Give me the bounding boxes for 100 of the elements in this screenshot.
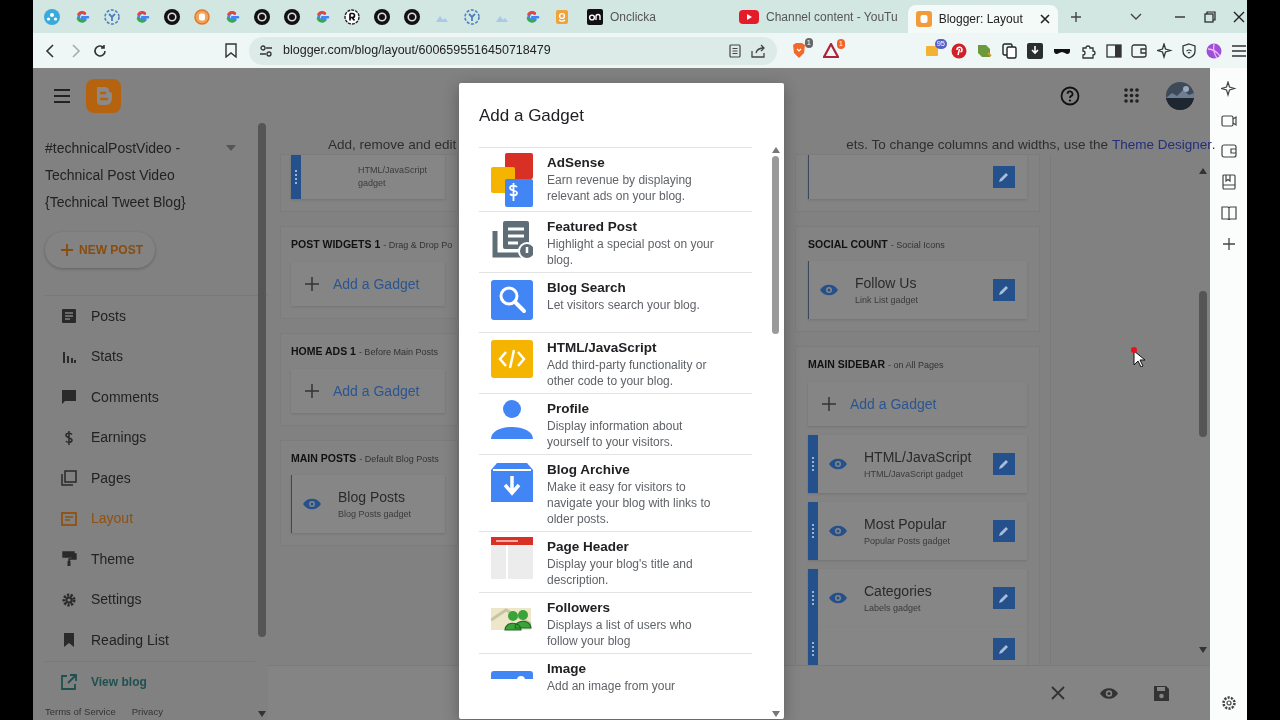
edit-button[interactable] bbox=[993, 587, 1015, 609]
gear-icon[interactable] bbox=[404, 8, 420, 25]
drag-handle[interactable] bbox=[291, 155, 301, 199]
wallet-icon[interactable] bbox=[1131, 43, 1147, 58]
browser-tab[interactable]: Blogger: Layout bbox=[907, 5, 1058, 33]
reader-icon[interactable] bbox=[1220, 206, 1237, 220]
edit-button[interactable] bbox=[993, 279, 1015, 301]
settings-icon[interactable] bbox=[1220, 695, 1237, 711]
edit-button[interactable] bbox=[993, 166, 1015, 188]
scroll-down-icon[interactable] bbox=[258, 711, 266, 717]
nav-item[interactable]: Settings bbox=[45, 579, 268, 620]
save-icon[interactable] bbox=[1153, 684, 1170, 702]
wallet-icon[interactable] bbox=[1220, 144, 1237, 158]
globe-icon[interactable] bbox=[44, 8, 60, 25]
reader-icon[interactable] bbox=[729, 43, 741, 58]
close-icon[interactable] bbox=[1039, 14, 1050, 24]
address-bar[interactable]: blogger.com/blog/layout/6006595516450718479 bbox=[249, 36, 777, 65]
google-icon[interactable] bbox=[74, 8, 90, 25]
nav-item[interactable]: Posts bbox=[45, 296, 268, 337]
eye-icon[interactable] bbox=[302, 498, 322, 510]
lion-icon[interactable] bbox=[791, 42, 807, 59]
close-icon[interactable] bbox=[1232, 10, 1245, 23]
drag-handle[interactable] bbox=[808, 502, 818, 560]
video-icon[interactable] bbox=[1220, 113, 1237, 127]
gear-icon[interactable] bbox=[254, 8, 270, 25]
gadget-name: Most Popular bbox=[864, 514, 948, 534]
scrollbar-thumb[interactable] bbox=[772, 156, 779, 334]
scroll-down-icon[interactable] bbox=[772, 711, 780, 717]
blogger-icon bbox=[915, 11, 932, 27]
sidebar-icon[interactable] bbox=[1105, 43, 1122, 58]
help-icon[interactable] bbox=[1060, 85, 1080, 106]
back-icon[interactable] bbox=[43, 43, 57, 58]
apps-icon[interactable] bbox=[1124, 87, 1140, 104]
pencil-icon bbox=[998, 284, 1010, 296]
drag-handle[interactable] bbox=[808, 569, 818, 627]
view-blog-link[interactable]: View blog bbox=[45, 660, 255, 703]
gadget-type: HTML/JavaScript gadget bbox=[864, 467, 965, 481]
speech-bubble-icon bbox=[61, 389, 77, 406]
scroll-up-icon[interactable] bbox=[772, 147, 780, 153]
sparkle-icon[interactable] bbox=[1156, 42, 1173, 59]
eye-icon[interactable] bbox=[1099, 686, 1119, 700]
pinterest-icon[interactable] bbox=[950, 42, 967, 59]
gear-icon[interactable] bbox=[284, 8, 300, 25]
nav-item[interactable]: Stats bbox=[45, 336, 268, 377]
nav-item[interactable]: Theme bbox=[45, 539, 268, 580]
sparkle-icon[interactable] bbox=[1220, 81, 1237, 97]
tune-icon[interactable] bbox=[259, 44, 273, 57]
description-text: Add, remove and edit bbox=[328, 136, 457, 150]
share-icon[interactable] bbox=[751, 43, 767, 58]
eye-icon[interactable] bbox=[828, 525, 848, 537]
edit-button[interactable] bbox=[993, 638, 1015, 660]
gear-icon[interactable] bbox=[374, 8, 390, 25]
chevron-icon[interactable] bbox=[1129, 12, 1142, 21]
google-icon[interactable] bbox=[224, 8, 240, 25]
scroll-up-icon[interactable] bbox=[1199, 168, 1207, 174]
google-icon[interactable] bbox=[524, 8, 540, 25]
section-title: MAIN SIDEBAR - on All Pages bbox=[808, 357, 944, 372]
scrollbar-thumb[interactable] bbox=[258, 123, 266, 637]
profile-icon[interactable] bbox=[1205, 42, 1222, 59]
gadget-type: Blog Posts gadget bbox=[338, 507, 412, 521]
menu-icon[interactable] bbox=[1231, 43, 1247, 58]
nav-item[interactable]: Comments bbox=[45, 377, 268, 418]
paint-roller-icon bbox=[61, 551, 77, 568]
eye-icon[interactable] bbox=[819, 284, 839, 296]
scroll-down-icon[interactable] bbox=[1199, 647, 1207, 653]
tab-favicon-icon bbox=[587, 8, 603, 25]
settings-icon bbox=[61, 591, 77, 608]
drag-handle[interactable] bbox=[808, 627, 818, 665]
layout-icon bbox=[61, 510, 77, 527]
nav-item[interactable]: Reading List bbox=[45, 620, 268, 661]
footer-link[interactable]: Terms of Service bbox=[45, 704, 116, 719]
blogger-icon[interactable] bbox=[194, 8, 210, 25]
scrollbar-thumb[interactable] bbox=[1199, 291, 1207, 437]
triangle-icon[interactable] bbox=[823, 43, 839, 58]
copy-icon[interactable] bbox=[1001, 42, 1018, 59]
plus-icon[interactable] bbox=[1222, 238, 1235, 250]
download-icon[interactable] bbox=[1027, 42, 1043, 59]
google-icon[interactable] bbox=[314, 8, 330, 25]
nav-item[interactable]: Earnings bbox=[45, 417, 268, 458]
eye-icon[interactable] bbox=[828, 458, 848, 470]
puzzle-icon[interactable] bbox=[1080, 42, 1096, 59]
footer-link[interactable]: Privacy bbox=[131, 704, 163, 719]
browser-tab[interactable]: Channel content - YouTu bbox=[731, 2, 906, 31]
badge-icon[interactable] bbox=[344, 8, 360, 25]
pencil-icon bbox=[998, 525, 1010, 537]
google-icon[interactable] bbox=[134, 8, 150, 25]
restore-icon[interactable] bbox=[1203, 10, 1216, 23]
bookmark-icon[interactable] bbox=[225, 43, 237, 58]
shield-icon[interactable] bbox=[1182, 42, 1196, 59]
edit-button[interactable] bbox=[993, 453, 1015, 475]
reload-icon[interactable] bbox=[93, 43, 107, 58]
menu-icon[interactable] bbox=[53, 88, 71, 103]
browser-tab[interactable]: Onclicka bbox=[579, 2, 729, 31]
gear-icon[interactable] bbox=[164, 8, 180, 25]
bookmark-icon[interactable] bbox=[1221, 174, 1236, 190]
nav-item[interactable]: Pages bbox=[45, 458, 268, 499]
new-tab-icon[interactable] bbox=[1069, 10, 1082, 23]
edit-button[interactable] bbox=[993, 520, 1015, 542]
drag-handle[interactable] bbox=[808, 435, 818, 493]
eye-icon[interactable] bbox=[828, 592, 848, 604]
